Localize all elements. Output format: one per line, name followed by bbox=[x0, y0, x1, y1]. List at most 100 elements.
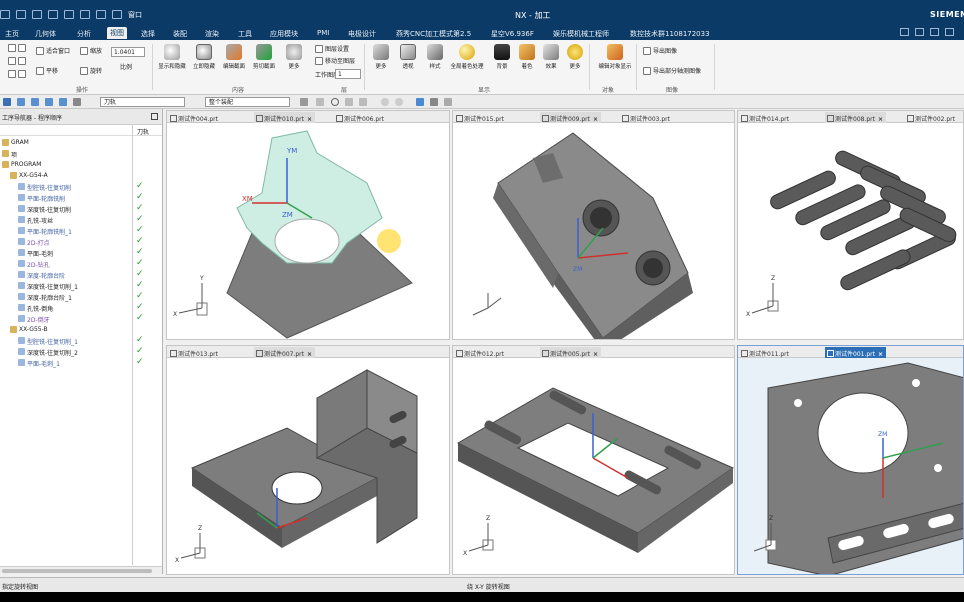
operation-row[interactable]: 深度铣-往复切削_1 ✓ bbox=[0, 280, 162, 291]
document-tab[interactable]: 测试件008.prt × bbox=[825, 112, 887, 123]
undo-icon[interactable] bbox=[16, 9, 26, 19]
create-operation-icon[interactable] bbox=[73, 98, 81, 106]
repeat-command-icon[interactable] bbox=[96, 9, 106, 19]
circle-snap-icon[interactable] bbox=[331, 98, 339, 106]
document-tab[interactable]: 测试件001.prt × bbox=[825, 347, 887, 358]
full-shading-button[interactable]: 全局着色处理 bbox=[451, 44, 484, 70]
model-view[interactable]: Z X bbox=[167, 358, 450, 575]
operation-row[interactable]: 平面-毛刺_1 ✓ bbox=[0, 357, 162, 368]
document-tab[interactable]: 测试件005.prt × bbox=[540, 347, 602, 358]
operation-row[interactable]: 项 bbox=[0, 148, 162, 159]
tab-render[interactable]: 渲染 bbox=[202, 28, 222, 40]
view-iso-icon[interactable] bbox=[18, 57, 26, 65]
scale-input[interactable]: 1.0401 bbox=[111, 47, 145, 57]
navigator-scrollbar[interactable] bbox=[0, 566, 162, 574]
column-toolpath[interactable]: 刀轨 bbox=[137, 127, 149, 136]
tab-assembly[interactable]: 装配 bbox=[170, 28, 190, 40]
document-tab[interactable]: 测试件002.prt bbox=[905, 112, 958, 123]
perspective-button[interactable]: 透视 bbox=[393, 44, 423, 70]
operation-row[interactable]: 平面-轮廓铣削 ✓ bbox=[0, 192, 162, 203]
model-view[interactable]: ZM bbox=[453, 123, 735, 340]
cut-icon[interactable] bbox=[48, 9, 58, 19]
tab-electrode-design[interactable]: 电极设计 bbox=[345, 28, 379, 40]
tab-geometry[interactable]: 几何体 bbox=[32, 28, 59, 40]
paste-icon[interactable] bbox=[80, 9, 90, 19]
viewport-part-010[interactable]: 测试件004.prt 测试件010.prt × 测试件006.prt YM ZM XM… bbox=[166, 110, 450, 340]
tab-view[interactable]: 视图 bbox=[107, 27, 127, 39]
more-display-button[interactable]: 更多 bbox=[560, 44, 590, 70]
save-icon[interactable] bbox=[0, 9, 10, 19]
document-tab[interactable]: 测试件015.prt bbox=[454, 112, 507, 123]
operation-row[interactable]: 平面-毛刺 ✓ bbox=[0, 247, 162, 258]
close-tab-icon[interactable]: × bbox=[307, 351, 312, 358]
rotate-button[interactable]: 旋转 bbox=[80, 66, 102, 75]
more-layer-button[interactable]: 更多 bbox=[366, 44, 396, 70]
tab-yanxiu-cnc[interactable]: 燕秀CNC加工模式第2.5 bbox=[393, 28, 474, 40]
minimize-ribbon-icon[interactable] bbox=[915, 28, 924, 36]
move-to-layer-button[interactable]: 移动至图层 bbox=[315, 56, 355, 65]
zoom-button[interactable]: 缩放 bbox=[80, 46, 102, 55]
export-image-button[interactable]: 导出图像 bbox=[643, 46, 677, 55]
document-tab[interactable]: 测试件009.prt × bbox=[540, 112, 602, 123]
operation-row[interactable]: XX-G55-B bbox=[0, 324, 162, 335]
model-view[interactable]: ZM Z bbox=[738, 358, 964, 575]
work-layer-input[interactable]: 1 bbox=[335, 69, 361, 79]
operation-row[interactable]: GRAM bbox=[0, 137, 162, 148]
copy-icon[interactable] bbox=[64, 9, 74, 19]
tab-machine-engineer[interactable]: 娱乐模机械工程师 bbox=[550, 28, 612, 40]
model-view[interactable]: Z X bbox=[738, 123, 964, 340]
selection-filter-icon[interactable] bbox=[444, 98, 452, 106]
document-tab[interactable]: 测试件012.prt bbox=[454, 347, 507, 358]
tab-home[interactable]: 主页 bbox=[2, 28, 22, 40]
view-left-icon[interactable] bbox=[8, 70, 16, 78]
viewport-part-008[interactable]: 测试件014.prt 测试件008.prt × 测试件002.prt Z X bbox=[737, 110, 964, 340]
operation-row[interactable]: 孔铣-攻丝 ✓ bbox=[0, 214, 162, 225]
assembly-scope-select[interactable]: 整个装配 bbox=[205, 97, 290, 107]
operation-row[interactable]: 深度铣-往复切削_2 ✓ bbox=[0, 346, 162, 357]
machine-tool-view-icon[interactable] bbox=[31, 98, 39, 106]
close-tab-icon[interactable]: × bbox=[878, 351, 883, 358]
export-section-image-button[interactable]: 导出部分轴测图像 bbox=[643, 66, 701, 75]
fit-window-button[interactable]: 适合窗口 bbox=[36, 46, 70, 55]
close-panel-icon[interactable] bbox=[151, 113, 158, 120]
layer-settings-button[interactable]: 图层设置 bbox=[315, 44, 349, 53]
snap-quadrant-icon[interactable] bbox=[395, 98, 403, 106]
tab-cnc-group[interactable]: 数控技术群1108172033 bbox=[627, 28, 713, 40]
selection-intent-icon[interactable] bbox=[416, 98, 424, 106]
viewport-part-009[interactable]: 测试件015.prt 测试件009.prt × 测试件003.prt ZM bbox=[452, 110, 735, 340]
operation-row[interactable]: 型腔铣-往复切削_1 ✓ bbox=[0, 335, 162, 346]
operation-row[interactable]: 深度-轮廓台阶_1 ✓ bbox=[0, 291, 162, 302]
scrollbar-thumb[interactable] bbox=[2, 569, 152, 573]
view-top-icon[interactable] bbox=[18, 44, 26, 52]
operation-row[interactable]: 平面-轮廓铣削_1 ✓ bbox=[0, 225, 162, 236]
window-restore-icon[interactable] bbox=[945, 28, 954, 36]
selection-scope-icon[interactable] bbox=[430, 98, 438, 106]
operation-row[interactable]: 2D-钻孔 ✓ bbox=[0, 258, 162, 269]
viewport-part-001[interactable]: 测试件011.prt 测试件001.prt × ZM Z bbox=[737, 345, 964, 575]
window-menu[interactable]: 窗口 bbox=[128, 10, 142, 19]
type-filter-select[interactable]: 刀轨 bbox=[100, 97, 185, 107]
tab-pmi[interactable]: PMI bbox=[314, 28, 332, 38]
snap-end-icon[interactable] bbox=[345, 98, 353, 106]
operation-row[interactable]: 深度铣-往复切削 ✓ bbox=[0, 203, 162, 214]
style-button[interactable]: 样式 bbox=[420, 44, 450, 70]
search-command-icon[interactable] bbox=[900, 28, 909, 36]
snap-point-icon[interactable] bbox=[316, 98, 324, 106]
method-view-icon[interactable] bbox=[59, 98, 67, 106]
tab-select[interactable]: 选择 bbox=[138, 28, 158, 40]
tab-application[interactable]: 应用模块 bbox=[267, 28, 301, 40]
view-trimetric-icon[interactable] bbox=[18, 70, 26, 78]
close-tab-icon[interactable]: × bbox=[593, 351, 598, 358]
model-view[interactable]: Z X bbox=[453, 358, 735, 575]
operation-row[interactable]: 2D-打点 ✓ bbox=[0, 236, 162, 247]
clip-section-button[interactable]: 剪切截面 bbox=[249, 44, 279, 70]
select-mode-icon[interactable] bbox=[3, 98, 11, 106]
program-view-icon[interactable] bbox=[17, 98, 25, 106]
geometry-view-icon[interactable] bbox=[45, 98, 53, 106]
tab-xingkong[interactable]: 星空V6.936F bbox=[488, 28, 537, 40]
model-view[interactable]: YM ZM XM Y X bbox=[167, 123, 450, 340]
document-tab[interactable]: 测试件003.prt bbox=[620, 112, 673, 123]
help-icon[interactable] bbox=[930, 28, 939, 36]
document-tab[interactable]: 测试件006.prt bbox=[334, 112, 387, 123]
snap-center-icon[interactable] bbox=[381, 98, 389, 106]
